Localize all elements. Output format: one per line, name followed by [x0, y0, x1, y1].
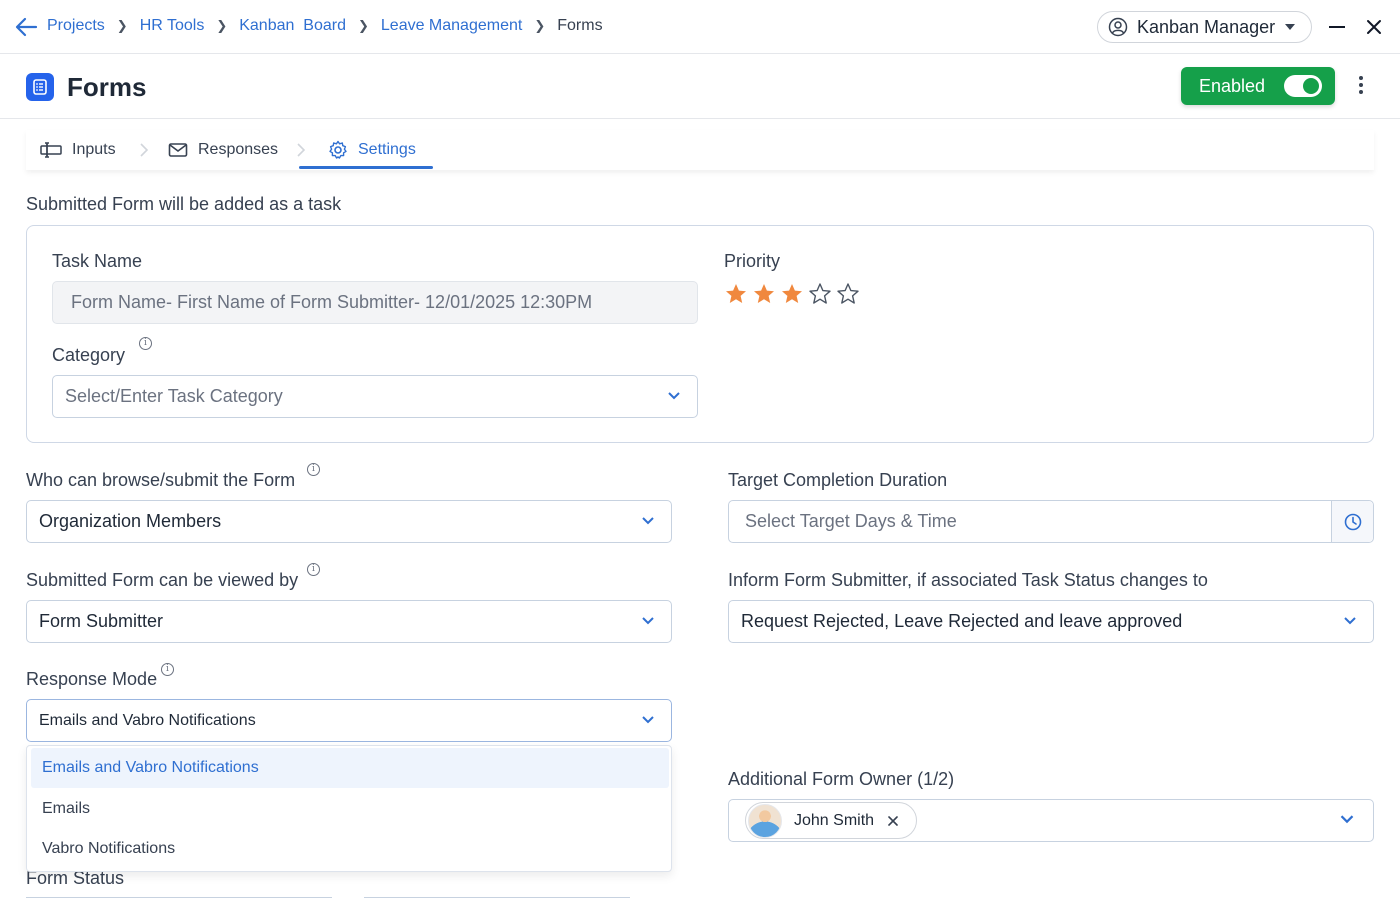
breadcrumb-current: Forms: [557, 17, 603, 34]
priority-label: Priority: [724, 251, 781, 271]
caret-down-icon: [1285, 24, 1296, 30]
target-duration-field[interactable]: Select Target Days & Time: [728, 500, 1374, 543]
enabled-toggle-button[interactable]: Enabled: [1181, 67, 1335, 105]
chevron-down-icon: [668, 392, 680, 400]
category-select[interactable]: Select/Enter Task Category: [52, 375, 698, 418]
more-options-icon[interactable]: [1356, 76, 1366, 98]
chevron-right-icon: ❯: [116, 18, 128, 33]
browse-label: Who can browse/submit the Form: [26, 470, 295, 491]
chevron-down-icon: [642, 716, 654, 724]
clock-icon: [1344, 513, 1361, 530]
chevron-right-icon: ❯: [534, 18, 546, 33]
owner-chip: John Smith: [745, 802, 917, 839]
task-name-value: Form Name- First Name of Form Submitter-…: [71, 292, 593, 312]
breadcrumb-kanban-board[interactable]: Kanban Board: [239, 17, 346, 35]
top-bar: Projects ❯ HR Tools ❯ Kanban Board ❯ Lea…: [0, 0, 1400, 54]
chevron-down-icon: [1344, 617, 1356, 625]
minimize-button[interactable]: [1329, 26, 1345, 28]
response-mode-select[interactable]: Emails and Vabro Notifications: [26, 699, 672, 742]
page-header: Forms Enabled: [0, 54, 1400, 119]
priority-rating[interactable]: [724, 282, 864, 306]
enabled-label: Enabled: [1199, 75, 1266, 96]
info-icon[interactable]: i: [307, 563, 320, 576]
star-empty-icon[interactable]: [836, 282, 860, 306]
gear-icon: [329, 140, 347, 159]
info-icon[interactable]: i: [161, 663, 174, 676]
back-arrow-icon[interactable]: [14, 16, 38, 38]
chevron-down-icon: [1340, 815, 1354, 824]
chevron-down-icon: [642, 617, 654, 625]
star-filled-icon[interactable]: [752, 282, 776, 306]
dropdown-option[interactable]: Emails: [31, 789, 669, 829]
breadcrumb: Projects ❯ HR Tools ❯ Kanban Board ❯ Lea…: [47, 17, 603, 35]
inform-submitter-label: Inform Form Submitter, if associated Tas…: [728, 570, 1208, 590]
tab-inputs[interactable]: Inputs: [40, 130, 116, 170]
breadcrumb-hr-tools[interactable]: HR Tools: [140, 17, 205, 35]
info-icon[interactable]: i: [139, 337, 152, 350]
owner-name: John Smith: [794, 811, 875, 829]
user-circle-icon: [1108, 17, 1128, 37]
tab-responses[interactable]: Responses: [168, 130, 278, 170]
user-menu-label: Kanban Manager: [1137, 16, 1276, 37]
star-filled-icon[interactable]: [780, 282, 804, 306]
clock-button[interactable]: [1331, 501, 1373, 542]
remove-icon[interactable]: [888, 815, 898, 826]
user-menu-button[interactable]: Kanban Manager: [1097, 11, 1312, 43]
chevron-right-icon: ❯: [216, 18, 228, 33]
target-duration-placeholder: Select Target Days & Time: [745, 511, 957, 531]
inform-submitter-select[interactable]: Request Rejected, Leave Rejected and lea…: [728, 600, 1374, 643]
close-icon[interactable]: [1364, 17, 1384, 37]
viewed-by-label: Submitted Form can be viewed by: [26, 570, 299, 590]
input-icon: [40, 142, 62, 158]
additional-owner-label: Additional Form Owner (1/2): [728, 769, 955, 789]
dropdown-option-label: Emails: [42, 800, 91, 817]
dropdown-option-label: Emails and Vabro Notifications: [42, 759, 259, 776]
star-empty-icon[interactable]: [808, 282, 832, 306]
dropdown-option-label: Vabro Notifications: [42, 840, 176, 857]
response-mode-label: Response Mode: [26, 669, 158, 689]
viewed-by-select[interactable]: Form Submitter: [26, 600, 672, 643]
dropdown-option[interactable]: Vabro Notifications: [31, 829, 669, 869]
category-placeholder: Select/Enter Task Category: [65, 386, 283, 406]
target-duration-label: Target Completion Duration: [728, 470, 948, 490]
tab-bar: Inputs Responses Settings: [26, 130, 1374, 170]
avatar: [748, 803, 782, 838]
mail-icon: [168, 143, 188, 157]
breadcrumb-projects[interactable]: Projects: [47, 17, 105, 35]
page-title: Forms: [67, 72, 147, 102]
toggle-knob: [1303, 78, 1320, 94]
info-icon[interactable]: i: [307, 463, 320, 476]
browse-label-text: Who can browse/submit the Form: [26, 470, 296, 490]
tab-inputs-label: Inputs: [72, 141, 116, 158]
task-name-field: Form Name- First Name of Form Submitter-…: [52, 281, 698, 324]
chevron-right-icon: ❯: [357, 18, 369, 33]
response-mode-dropdown: Emails and Vabro Notifications Emails Va…: [26, 745, 672, 872]
tab-settings-label: Settings: [358, 141, 416, 158]
task-section-title: Submitted Form will be added as a task: [26, 194, 342, 214]
active-tab-indicator: [299, 166, 433, 169]
inform-submitter-value: Request Rejected, Leave Rejected and lea…: [741, 611, 1183, 631]
response-mode-value: Emails and Vabro Notifications: [39, 711, 256, 729]
star-filled-icon[interactable]: [724, 282, 748, 306]
tab-settings[interactable]: Settings: [328, 130, 416, 170]
breadcrumb-leave-management[interactable]: Leave Management: [381, 17, 522, 35]
task-name-label: Task Name: [52, 251, 143, 271]
browse-value: Organization Members: [39, 511, 222, 531]
browse-select[interactable]: Organization Members: [26, 500, 672, 543]
tab-responses-label: Responses: [198, 141, 279, 158]
chevron-down-icon: [642, 517, 654, 525]
viewed-by-value: Form Submitter: [39, 611, 164, 631]
category-label: Category: [52, 345, 126, 365]
chevron-right-icon: [140, 143, 149, 157]
enabled-switch[interactable]: [1284, 75, 1323, 97]
chevron-right-icon: [297, 143, 306, 157]
forms-icon: [26, 73, 54, 101]
dropdown-option[interactable]: Emails and Vabro Notifications: [31, 748, 669, 788]
additional-owner-select[interactable]: John Smith: [728, 799, 1374, 842]
